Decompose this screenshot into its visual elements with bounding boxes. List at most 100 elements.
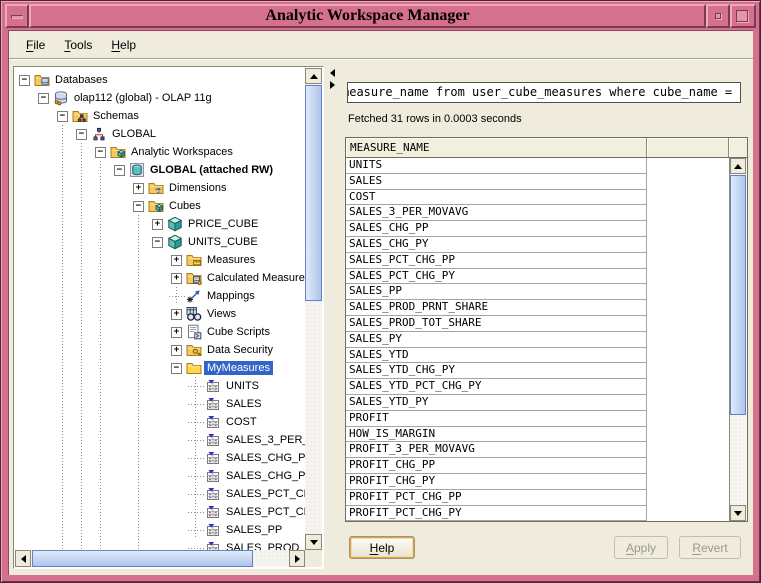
- tree-item-sales-chg-pp[interactable]: SALES_CHG_PP: [15, 449, 305, 467]
- table-row-sales-prod-prnt-share[interactable]: SALES_PROD_PRNT_SHARE: [346, 300, 646, 316]
- collapse-right-icon[interactable]: [330, 81, 335, 89]
- collapse-expander-icon[interactable]: −: [76, 129, 87, 140]
- table-row-sales-chg-py[interactable]: SALES_CHG_PY: [346, 237, 646, 253]
- table-row-sales-ytd[interactable]: SALES_YTD: [346, 348, 646, 364]
- collapse-expander-icon[interactable]: −: [171, 363, 182, 374]
- tree-item-sales[interactable]: SALES: [15, 395, 305, 413]
- tree-guide: [110, 395, 129, 413]
- table-row-sales-ytd-pct-chg-py[interactable]: SALES_YTD_PCT_CHG_PY: [346, 379, 646, 395]
- tree-item-cube-scripts[interactable]: +Cube Scripts: [15, 323, 305, 341]
- table-vertical-scrollbar[interactable]: [729, 158, 747, 521]
- table-row-sales-3-per-movavg[interactable]: SALES_3_PER_MOVAVG: [346, 205, 646, 221]
- minimize-button[interactable]: [706, 4, 730, 28]
- table-row-sales-chg-pp[interactable]: SALES_CHG_PP: [346, 221, 646, 237]
- help-button[interactable]: Help: [349, 536, 415, 559]
- query-input[interactable]: measure_name from user_cube_measures whe…: [347, 82, 741, 103]
- tree-item-schemas[interactable]: −Schemas: [15, 107, 305, 125]
- apply-button[interactable]: Apply: [614, 536, 668, 559]
- tree-item-calculated-measures[interactable]: + Calculated Measures: [15, 269, 305, 287]
- tree-horizontal-scrollbar[interactable]: [15, 550, 305, 567]
- maximize-button[interactable]: [730, 4, 756, 28]
- scroll-up-button[interactable]: [305, 68, 322, 84]
- tree-item-olap112-global-olap-11g[interactable]: −olap112 (global) - OLAP 11g: [15, 89, 305, 107]
- panel-splitter[interactable]: [327, 66, 338, 569]
- expand-expander-icon[interactable]: +: [171, 345, 182, 356]
- expand-expander-icon[interactable]: +: [133, 183, 144, 194]
- expand-expander-icon[interactable]: +: [171, 309, 182, 320]
- table-row-sales-ytd-py[interactable]: SALES_YTD_PY: [346, 395, 646, 411]
- tree-item-measures[interactable]: +Measures: [15, 251, 305, 269]
- table-row-how-is-margin[interactable]: HOW_IS_MARGIN: [346, 427, 646, 443]
- cubes-folder-icon: [148, 198, 166, 214]
- tree-vertical-scrollbar[interactable]: [305, 68, 322, 550]
- tree-item-mappings[interactable]: Mappings: [15, 287, 305, 305]
- table-row-sales-pct-chg-py[interactable]: SALES_PCT_CHG_PY: [346, 269, 646, 285]
- tree-item-views[interactable]: +Views: [15, 305, 305, 323]
- expand-expander-icon[interactable]: +: [171, 327, 182, 338]
- collapse-expander-icon[interactable]: −: [114, 165, 125, 176]
- table-row-sales-pp[interactable]: SALES_PP: [346, 284, 646, 300]
- tree-item-sales-3-per-mo[interactable]: SALES_3_PER_MO: [15, 431, 305, 449]
- menu-tools[interactable]: Tools: [64, 38, 92, 52]
- tree-guide: [91, 215, 110, 233]
- collapse-expander-icon[interactable]: −: [57, 111, 68, 122]
- table-row-profit[interactable]: PROFIT: [346, 411, 646, 427]
- tree-item-data-security[interactable]: +Data Security: [15, 341, 305, 359]
- tree-item-sales-pct-chg[interactable]: SALES_PCT_CHG_: [15, 503, 305, 521]
- collapse-expander-icon[interactable]: −: [152, 237, 163, 248]
- tree-item-units-cube[interactable]: −UNITS_CUBE: [15, 233, 305, 251]
- tree-item-cost[interactable]: COST: [15, 413, 305, 431]
- tree-item-global-attached-rw[interactable]: −GLOBAL (attached RW): [15, 161, 305, 179]
- tree-hscroll-thumb[interactable]: [32, 550, 253, 567]
- table-row-profit-3-per-movavg[interactable]: PROFIT_3_PER_MOVAVG: [346, 442, 646, 458]
- table-row-sales[interactable]: SALES: [346, 174, 646, 190]
- scroll-down-button[interactable]: [305, 534, 322, 550]
- tree-item-price-cube[interactable]: +PRICE_CUBE: [15, 215, 305, 233]
- table-row-profit-chg-pp[interactable]: PROFIT_CHG_PP: [346, 458, 646, 474]
- tree-item-databases[interactable]: −Databases: [15, 71, 305, 89]
- window-menu-button[interactable]: [5, 4, 29, 28]
- table-row-profit-pct-chg-pp[interactable]: PROFIT_PCT_CHG_PP: [346, 490, 646, 506]
- menu-file[interactable]: File: [26, 38, 45, 52]
- tree-guide: [148, 485, 167, 503]
- tree-item-global[interactable]: −GLOBAL: [15, 125, 305, 143]
- tree-item-mymeasures[interactable]: −MyMeasures: [15, 359, 305, 377]
- tree-item-sales-pct-chg[interactable]: SALES_PCT_CHG_: [15, 485, 305, 503]
- titlebar[interactable]: Analytic Workspace Manager: [5, 4, 756, 28]
- table-row-cost[interactable]: COST: [346, 190, 646, 206]
- expand-expander-icon[interactable]: +: [152, 219, 163, 230]
- table-row-profit-pct-chg-py[interactable]: PROFIT_PCT_CHG_PY: [346, 506, 646, 521]
- scroll-up-button[interactable]: [730, 158, 746, 174]
- collapse-expander-icon[interactable]: −: [19, 75, 30, 86]
- table-vscroll-thumb[interactable]: [730, 175, 746, 415]
- table-row-sales-prod-tot-share[interactable]: SALES_PROD_TOT_SHARE: [346, 316, 646, 332]
- table-row-sales-pct-chg-pp[interactable]: SALES_PCT_CHG_PP: [346, 253, 646, 269]
- collapse-expander-icon[interactable]: −: [38, 93, 49, 104]
- fetch-status-text: Fetched 31 rows in 0.0003 seconds: [348, 113, 522, 125]
- tree-vscroll-thumb[interactable]: [305, 85, 322, 301]
- menu-help[interactable]: Help: [111, 38, 136, 52]
- table-row-profit-chg-py[interactable]: PROFIT_CHG_PY: [346, 474, 646, 490]
- expand-expander-icon[interactable]: +: [171, 255, 182, 266]
- tree-item-sales-chg-py[interactable]: SALES_CHG_PY: [15, 467, 305, 485]
- table-row-sales-ytd-chg-py[interactable]: SALES_YTD_CHG_PY: [346, 363, 646, 379]
- collapse-expander-icon[interactable]: −: [133, 201, 144, 212]
- revert-button[interactable]: Revert: [679, 536, 741, 559]
- tree-label: Calculated Measures: [204, 271, 305, 285]
- tree-item-sales-prod-prn[interactable]: SALES_PROD_PRN: [15, 539, 305, 550]
- tree-item-sales-pp[interactable]: SALES_PP: [15, 521, 305, 539]
- tree-item-units[interactable]: UNITS: [15, 377, 305, 395]
- scroll-left-button[interactable]: [15, 550, 31, 567]
- column-header-measure-name[interactable]: MEASURE_NAME: [346, 138, 647, 157]
- tree-item-dimensions[interactable]: +Dimensions: [15, 179, 305, 197]
- table-row-units[interactable]: UNITS: [346, 158, 646, 174]
- tree-item-analytic-workspaces[interactable]: −Analytic Workspaces: [15, 143, 305, 161]
- scroll-right-button[interactable]: [289, 550, 305, 567]
- tree-item-cubes[interactable]: −Cubes: [15, 197, 305, 215]
- column-header-empty[interactable]: [647, 138, 729, 157]
- expand-expander-icon[interactable]: +: [171, 273, 182, 284]
- scroll-down-button[interactable]: [730, 505, 746, 521]
- table-row-sales-py[interactable]: SALES_PY: [346, 332, 646, 348]
- collapse-expander-icon[interactable]: −: [95, 147, 106, 158]
- collapse-left-icon[interactable]: [330, 69, 335, 77]
